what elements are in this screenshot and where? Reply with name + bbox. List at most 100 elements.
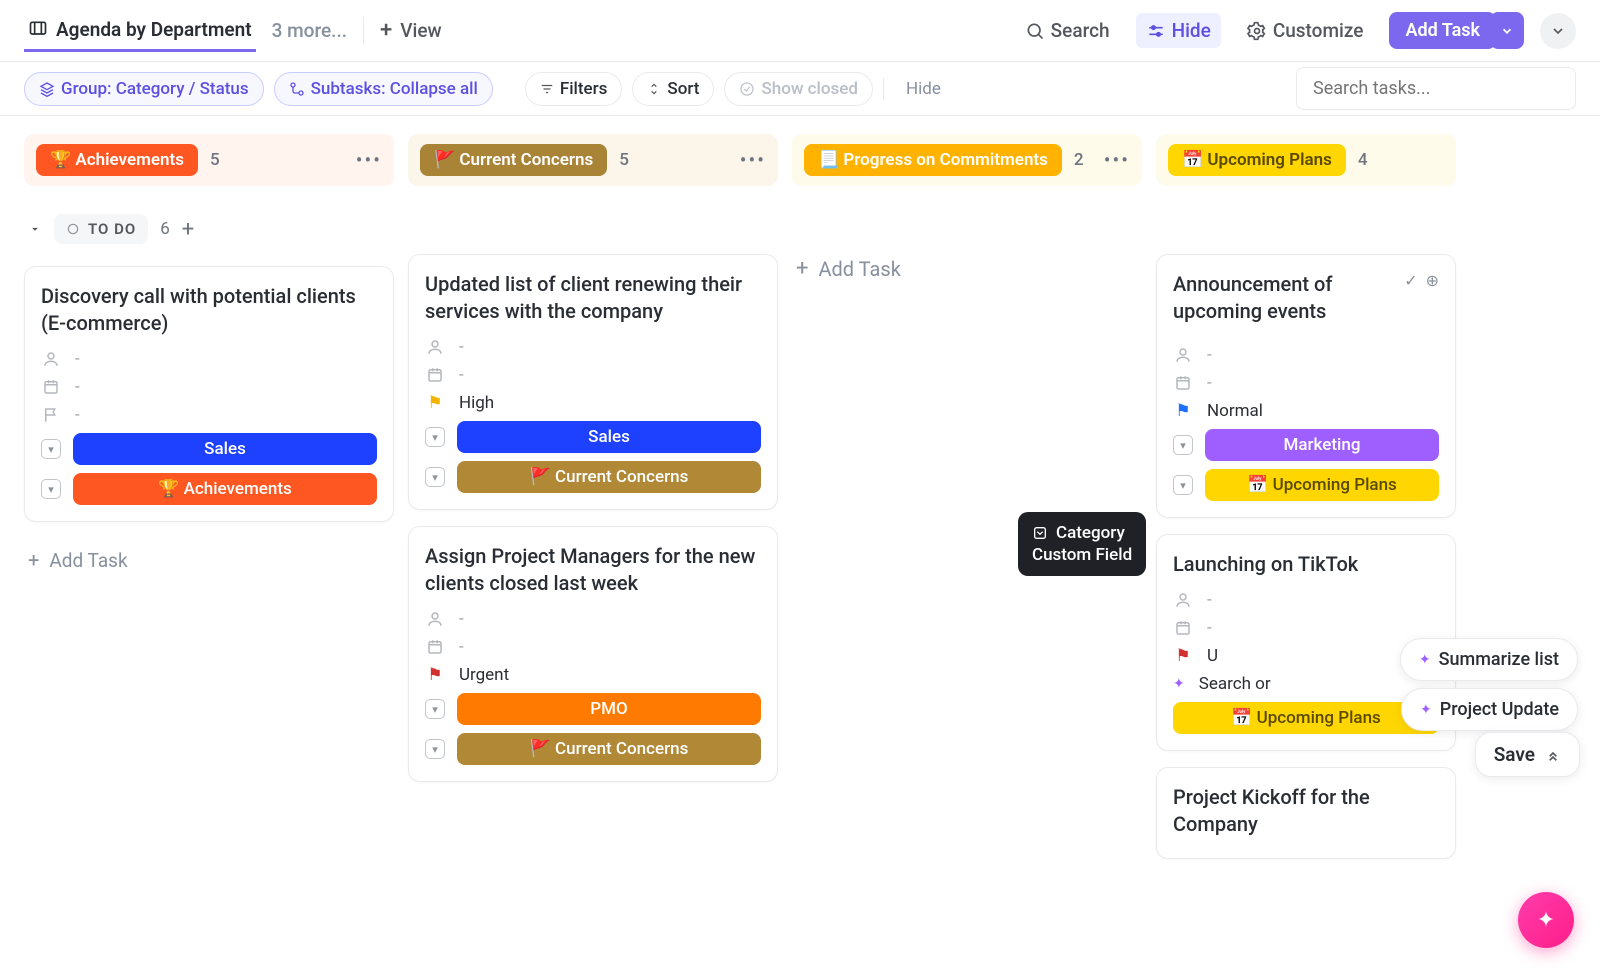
add-icon[interactable]: ⊕	[1426, 271, 1439, 290]
lane-count: 2	[1074, 150, 1084, 170]
sliders-icon	[1146, 21, 1166, 41]
task-card[interactable]: Announcement of upcoming events ✓ ⊕ - - …	[1156, 254, 1456, 518]
date-row[interactable]: -	[425, 365, 761, 385]
sparkle-icon: ✦	[1420, 702, 1432, 718]
badge-row: ▾ Sales	[41, 433, 377, 465]
add-task-label: Add Task	[1405, 20, 1480, 41]
check-icon[interactable]: ✓	[1404, 271, 1417, 290]
dropdown-field-icon[interactable]: ▾	[425, 467, 445, 487]
assignee-row[interactable]: -	[425, 609, 761, 629]
lane-count: 5	[210, 150, 220, 170]
priority-row[interactable]: -	[41, 405, 377, 425]
lane-header[interactable]: 🚩 Current Concerns 5 •••	[408, 134, 778, 186]
hide-tool[interactable]: Hide	[1136, 13, 1221, 48]
badge-category[interactable]: 🚩 Current Concerns	[457, 461, 761, 493]
hide-link[interactable]: Hide	[906, 79, 941, 99]
subtasks-pill[interactable]: Subtasks: Collapse all	[274, 72, 493, 106]
lane-upcoming: 📅 Upcoming Plans 4 Announcement of upcom…	[1156, 134, 1456, 875]
badge-category[interactable]: 🚩 Current Concerns	[457, 733, 761, 765]
search-tool[interactable]: Search	[1015, 13, 1120, 48]
badge-category[interactable]: 📅 Upcoming Plans	[1205, 469, 1439, 501]
user-icon	[1173, 345, 1193, 365]
flag-icon: ⚑	[1173, 401, 1193, 421]
badge-department[interactable]: PMO	[457, 693, 761, 725]
badge-department[interactable]: Marketing	[1205, 429, 1439, 461]
subtask-icon	[289, 81, 305, 97]
user-icon	[1173, 590, 1193, 610]
tooltip-line1: Category	[1056, 522, 1125, 544]
badge-category[interactable]: 🏆 Achievements	[73, 473, 377, 505]
lane-more-icon[interactable]: •••	[740, 148, 766, 172]
lane-header[interactable]: 📅 Upcoming Plans 4	[1156, 134, 1456, 186]
assignee-row[interactable]: -	[425, 337, 761, 357]
calendar-icon	[41, 377, 61, 397]
dropdown-field-icon[interactable]: ▾	[1173, 435, 1193, 455]
dropdown-field-icon[interactable]: ▾	[41, 439, 61, 459]
date-row[interactable]: -	[41, 377, 377, 397]
dropdown-field-icon[interactable]: ▾	[1173, 475, 1193, 495]
add-task-inline[interactable]: + Add Task	[24, 538, 394, 582]
dropdown-field-icon[interactable]: ▾	[425, 427, 445, 447]
group-pill[interactable]: Group: Category / Status	[24, 72, 264, 106]
lane-more-icon[interactable]: •••	[356, 148, 382, 172]
add-task-button[interactable]: Add Task	[1389, 12, 1496, 49]
show-closed-pill[interactable]: Show closed	[724, 72, 873, 106]
priority-row[interactable]: ⚑U	[1173, 646, 1439, 666]
status-count: 6	[160, 219, 170, 239]
view-more[interactable]: 3 more...	[272, 19, 347, 42]
priority-row[interactable]: ⚑High	[425, 393, 761, 413]
gear-icon	[1247, 21, 1267, 41]
date-row[interactable]: -	[1173, 373, 1439, 393]
add-view-button[interactable]: + View	[380, 18, 442, 43]
task-card[interactable]: Assign Project Managers for the new clie…	[408, 526, 778, 782]
save-button[interactable]: Save	[1475, 732, 1580, 777]
lane-header[interactable]: 📃 Progress on Commitments 2 •••	[792, 134, 1142, 186]
search-row[interactable]: ✦Search or	[1173, 674, 1439, 694]
task-card[interactable]: Project Kickoff for the Company	[1156, 767, 1456, 859]
hide-label: Hide	[1172, 19, 1211, 42]
chevron-down-icon[interactable]	[28, 222, 42, 236]
plus-icon: +	[796, 256, 808, 281]
ai-summarize-label: Summarize list	[1439, 649, 1559, 670]
sort-pill[interactable]: Sort	[632, 72, 714, 106]
add-status-button[interactable]: +	[182, 217, 194, 242]
priority-row[interactable]: ⚑Urgent	[425, 665, 761, 685]
user-icon	[425, 337, 445, 357]
lane-count: 4	[1358, 150, 1368, 170]
divider	[363, 17, 364, 45]
dropdown-field-icon[interactable]: ▾	[425, 739, 445, 759]
dropdown-field-icon[interactable]: ▾	[41, 479, 61, 499]
ai-summarize-button[interactable]: ✦ Summarize list	[1400, 638, 1578, 681]
view-tab-agenda[interactable]: Agenda by Department	[24, 10, 256, 52]
dropdown-field-icon[interactable]: ▾	[425, 699, 445, 719]
sort-icon	[647, 82, 661, 96]
badge-category[interactable]: 📅 Upcoming Plans	[1173, 702, 1439, 734]
customize-tool[interactable]: Customize	[1237, 13, 1374, 48]
dropdown-field-icon	[1032, 525, 1048, 541]
chevron-down-icon	[1550, 23, 1566, 39]
task-card[interactable]: Discovery call with potential clients (E…	[24, 266, 394, 522]
pin-board-icon	[28, 19, 48, 39]
search-tasks-input[interactable]	[1296, 67, 1576, 110]
more-menu-button[interactable]	[1540, 13, 1576, 49]
ai-fab-button[interactable]: ✦	[1518, 892, 1574, 948]
sort-label: Sort	[667, 79, 699, 99]
status-chip[interactable]: TO DO	[54, 214, 148, 244]
lane-header[interactable]: 🏆 Achievements 5 •••	[24, 134, 394, 186]
lane-more-icon[interactable]: •••	[1104, 148, 1130, 172]
priority-row[interactable]: ⚑Normal	[1173, 401, 1439, 421]
badge-department[interactable]: Sales	[457, 421, 761, 453]
assignee-row[interactable]: -	[1173, 345, 1439, 365]
task-card[interactable]: Updated list of client renewing their se…	[408, 254, 778, 510]
assignee-row[interactable]: -	[1173, 590, 1439, 610]
ai-project-update-button[interactable]: ✦ Project Update	[1401, 688, 1578, 731]
filters-pill[interactable]: Filters	[525, 72, 623, 106]
badge-department[interactable]: Sales	[73, 433, 377, 465]
assignee-row[interactable]: -	[41, 349, 377, 369]
date-row[interactable]: -	[1173, 618, 1439, 638]
add-task-inline[interactable]: + Add Task	[792, 246, 1142, 291]
date-row[interactable]: -	[425, 637, 761, 657]
show-closed-label: Show closed	[761, 79, 858, 99]
add-task-dropdown[interactable]	[1490, 12, 1524, 49]
chevron-up-double-icon	[1545, 747, 1561, 763]
